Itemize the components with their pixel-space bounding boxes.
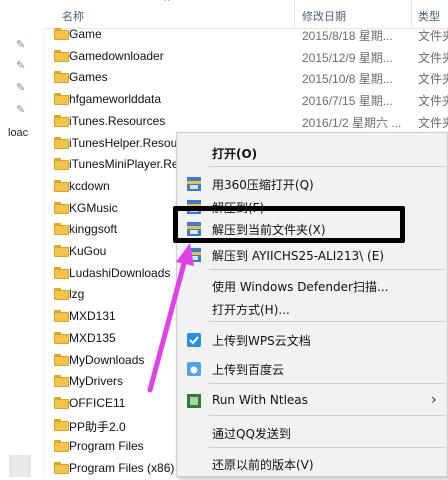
annotation-arrow <box>147 243 194 393</box>
